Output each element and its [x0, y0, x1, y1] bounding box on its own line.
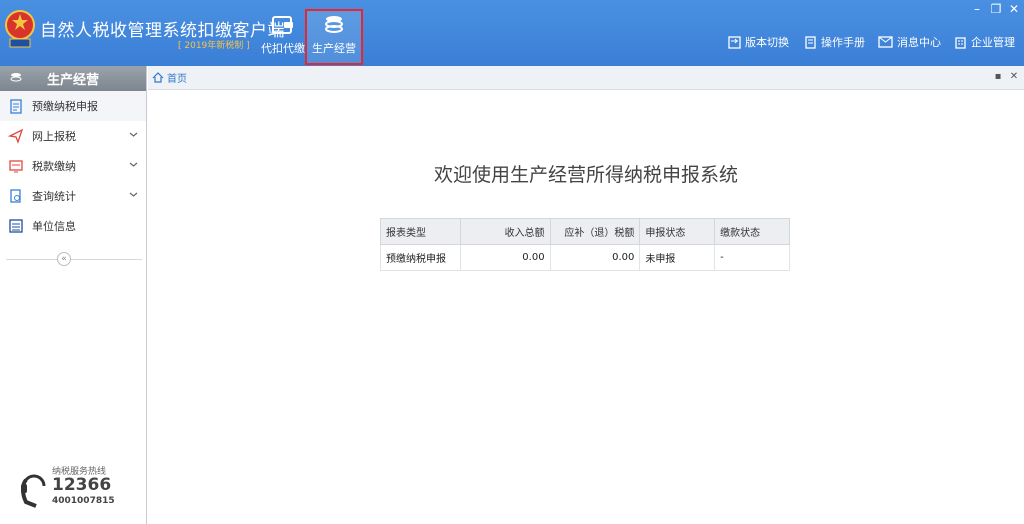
- sidebar-collapse-button[interactable]: «: [57, 252, 71, 266]
- tax-emblem-icon: [5, 10, 35, 48]
- cell-declaration-status: 未申报: [639, 244, 716, 271]
- col-tax-payable: 应补（退）税额: [549, 218, 641, 245]
- user-manual-button[interactable]: 操作手册: [804, 34, 865, 50]
- minimize-button[interactable]: –: [970, 2, 984, 16]
- message-center-button[interactable]: 消息中心: [878, 34, 941, 50]
- module-withholding[interactable]: 代扣代缴: [255, 10, 311, 64]
- version-switch-button[interactable]: 版本切换: [728, 34, 789, 50]
- module-business-operation[interactable]: 生产经营: [305, 9, 363, 65]
- close-button[interactable]: ✕: [1007, 2, 1021, 16]
- chevron-down-icon: [129, 132, 138, 137]
- tab-home[interactable]: 首页: [152, 70, 187, 85]
- cell-report-type: 预缴纳税申报: [380, 244, 461, 271]
- building-icon: [955, 36, 966, 49]
- tab-close-button[interactable]: ✕: [1008, 71, 1020, 82]
- switch-icon: [728, 35, 741, 49]
- hotline-alt-number: 4001007815: [52, 496, 115, 506]
- wallet-icon: [272, 16, 293, 34]
- enterprise-management-button[interactable]: 企业管理: [954, 34, 1015, 50]
- app-subtitle: [ 2019年新税制 ]: [178, 41, 250, 51]
- list-icon: [9, 219, 23, 233]
- col-payment-status: 缴款状态: [714, 218, 790, 245]
- tab-bar: 首页 ▪ ✕: [148, 66, 1024, 90]
- sidebar-item-unit-info[interactable]: 单位信息: [0, 211, 146, 241]
- mail-icon: [878, 36, 893, 48]
- search-doc-icon: [10, 189, 21, 203]
- headset-icon: [21, 474, 46, 508]
- module-business-operation-label: 生产经营: [312, 42, 356, 55]
- coins-icon: [10, 73, 22, 82]
- welcome-title: 欢迎使用生产经营所得纳税申报系统: [433, 164, 738, 186]
- module-withholding-label: 代扣代缴: [261, 42, 305, 55]
- home-icon: [152, 72, 164, 83]
- cell-total-income: 0.00: [459, 244, 551, 271]
- table-header-row: 报表类型 收入总额 应补（退）税额 申报状态 缴款状态: [380, 218, 790, 245]
- sidebar-item-online-filing[interactable]: 网上报税: [0, 121, 146, 151]
- send-icon: [8, 128, 24, 144]
- cell-tax-payable: 0.00: [549, 244, 641, 271]
- maximize-button[interactable]: ❐: [989, 2, 1003, 16]
- sidebar-divider: [6, 259, 142, 260]
- col-report-type: 报表类型: [380, 218, 461, 245]
- tab-restore-button[interactable]: ▪: [992, 71, 1004, 82]
- sidebar-item-query-statistics[interactable]: 查询统计: [0, 181, 146, 211]
- chevron-down-icon: [129, 192, 138, 197]
- col-total-income: 收入总额: [459, 218, 551, 245]
- title-bar: 自然人税收管理系统扣缴客户端 [ 2019年新税制 ] 代扣代缴 生产经营 – …: [0, 0, 1024, 66]
- manual-icon: [805, 35, 816, 49]
- table-row[interactable]: 预缴纳税申报 0.00 0.00 未申报 -: [380, 244, 790, 271]
- payment-icon: [9, 160, 23, 173]
- chevron-down-icon: [129, 162, 138, 167]
- sidebar-item-prepayment-declaration[interactable]: 预缴纳税申报: [0, 91, 146, 121]
- sidebar-header: 生产经营: [0, 66, 146, 91]
- sidebar-item-tax-payment[interactable]: 税款缴纳: [0, 151, 146, 181]
- hotline-number: 12366: [52, 475, 112, 495]
- cell-payment-status: -: [714, 244, 790, 271]
- sidebar-title: 生产经营: [46, 73, 99, 88]
- col-declaration-status: 申报状态: [639, 218, 716, 245]
- coins-icon: [325, 16, 343, 33]
- hotline-info: 纳税服务热线 12366 4001007815: [16, 464, 136, 510]
- sidebar: 生产经营 预缴纳税申报 网上报税 税款缴纳 查询统计 单位信息 « 纳税服务热线…: [0, 66, 147, 524]
- report-table: 报表类型 收入总额 应补（退）税额 申报状态 缴款状态 预缴纳税申报 0.00 …: [380, 218, 790, 271]
- clipboard-icon: [10, 99, 22, 114]
